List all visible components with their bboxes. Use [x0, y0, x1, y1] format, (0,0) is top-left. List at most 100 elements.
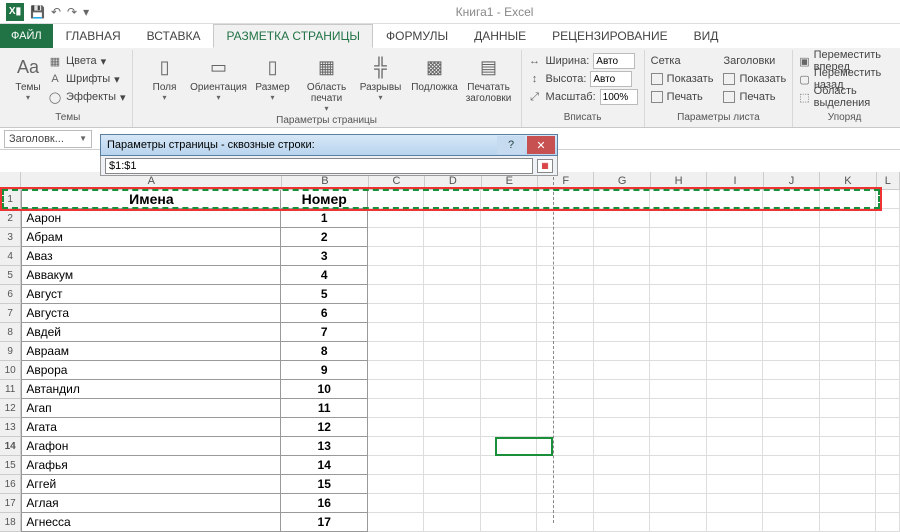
cell-empty[interactable] — [481, 361, 538, 380]
cell-empty[interactable] — [820, 418, 877, 437]
cell-empty[interactable] — [368, 285, 425, 304]
rows-to-repeat-input[interactable] — [105, 158, 533, 174]
cell-empty[interactable] — [820, 437, 877, 456]
cell-empty[interactable] — [876, 380, 900, 399]
cell-empty[interactable] — [368, 304, 425, 323]
cell-empty[interactable] — [368, 361, 425, 380]
cell-empty[interactable] — [424, 285, 481, 304]
cell-empty[interactable] — [368, 228, 425, 247]
cell-empty[interactable] — [481, 475, 538, 494]
cell-empty[interactable] — [707, 494, 764, 513]
cell-empty[interactable] — [368, 342, 425, 361]
row-header[interactable]: 11 — [0, 380, 21, 399]
cell-empty[interactable] — [537, 190, 594, 209]
cell-empty[interactable] — [424, 456, 481, 475]
row-header[interactable]: 7 — [0, 304, 21, 323]
cell-empty[interactable] — [763, 342, 820, 361]
gridlines-show[interactable]: Показать — [651, 70, 714, 88]
cell-empty[interactable] — [424, 361, 481, 380]
height-select[interactable]: ↕Высота: — [528, 70, 638, 88]
cell-empty[interactable] — [368, 190, 425, 209]
cell-empty[interactable] — [876, 342, 900, 361]
cell-empty[interactable] — [876, 228, 900, 247]
cell-empty[interactable] — [537, 437, 594, 456]
cell-empty[interactable] — [424, 266, 481, 285]
print-titles-button[interactable]: ▤Печатать заголовки — [463, 52, 515, 114]
cell-empty[interactable] — [707, 380, 764, 399]
cell-name[interactable]: Аарон — [21, 209, 281, 228]
cell-number[interactable]: 5 — [281, 285, 368, 304]
cell-number[interactable]: 9 — [281, 361, 368, 380]
cell-empty[interactable] — [763, 285, 820, 304]
col-header-K[interactable]: K — [820, 172, 876, 190]
cell-empty[interactable] — [424, 380, 481, 399]
dialog-title-bar[interactable]: Параметры страницы - сквозные строки: ? … — [100, 134, 558, 156]
cell-empty[interactable] — [876, 247, 900, 266]
cell-number[interactable]: 4 — [281, 266, 368, 285]
cell-empty[interactable] — [820, 266, 877, 285]
cell-empty[interactable] — [707, 342, 764, 361]
cell-empty[interactable] — [876, 323, 900, 342]
cell-empty[interactable] — [707, 266, 764, 285]
cell-empty[interactable] — [537, 304, 594, 323]
cell-empty[interactable] — [707, 475, 764, 494]
cell-empty[interactable] — [594, 323, 651, 342]
cell-empty[interactable] — [594, 342, 651, 361]
cell-empty[interactable] — [537, 323, 594, 342]
cell-empty[interactable] — [368, 399, 425, 418]
fonts-button[interactable]: AШрифты ▾ — [48, 70, 126, 88]
cell-name[interactable]: Авраам — [21, 342, 281, 361]
cell-empty[interactable] — [481, 323, 538, 342]
cell-empty[interactable] — [650, 380, 707, 399]
cell-empty[interactable] — [650, 361, 707, 380]
row-header[interactable]: 13 — [0, 418, 21, 437]
scale-select[interactable]: ⤢Масштаб: — [528, 88, 638, 106]
cell-empty[interactable] — [537, 342, 594, 361]
cell-empty[interactable] — [537, 266, 594, 285]
cell-empty[interactable] — [481, 304, 538, 323]
cell-empty[interactable] — [537, 209, 594, 228]
background-button[interactable]: ▩Подложка — [409, 52, 461, 114]
cell-empty[interactable] — [650, 323, 707, 342]
tab-data[interactable]: ДАННЫЕ — [461, 24, 539, 48]
cell-empty[interactable] — [876, 266, 900, 285]
cell-empty[interactable] — [424, 437, 481, 456]
cell-empty[interactable] — [481, 418, 538, 437]
print-area-button[interactable]: ▦Область печати▾ — [301, 52, 353, 114]
orientation-button[interactable]: ▭Ориентация▾ — [193, 52, 245, 114]
cell-empty[interactable] — [368, 494, 425, 513]
cell-empty[interactable] — [820, 285, 877, 304]
cell-number[interactable]: 13 — [281, 437, 368, 456]
height-input[interactable] — [590, 71, 632, 87]
breaks-button[interactable]: ╬Разрывы▾ — [355, 52, 407, 114]
effects-button[interactable]: ◯Эффекты ▾ — [48, 88, 126, 106]
cell-empty[interactable] — [763, 323, 820, 342]
cell-empty[interactable] — [594, 380, 651, 399]
cell-empty[interactable] — [650, 228, 707, 247]
cell-name[interactable]: Агата — [21, 418, 281, 437]
cell-empty[interactable] — [650, 304, 707, 323]
cell-empty[interactable] — [537, 285, 594, 304]
cell-empty[interactable] — [707, 361, 764, 380]
cell-empty[interactable] — [594, 361, 651, 380]
cell-empty[interactable] — [763, 247, 820, 266]
cell-empty[interactable] — [481, 247, 538, 266]
cell-empty[interactable] — [763, 190, 820, 209]
cell-empty[interactable] — [368, 247, 425, 266]
cell-name[interactable]: Августа — [21, 304, 281, 323]
cell-empty[interactable] — [650, 285, 707, 304]
cell-empty[interactable] — [820, 190, 877, 209]
cell-empty[interactable] — [820, 456, 877, 475]
cell-empty[interactable] — [763, 475, 820, 494]
cell-name[interactable]: Агафья — [21, 456, 281, 475]
cell-empty[interactable] — [594, 418, 651, 437]
cell-empty[interactable] — [481, 437, 538, 456]
cell-name[interactable]: Автандил — [21, 380, 281, 399]
col-header-I[interactable]: I — [707, 172, 763, 190]
cell-empty[interactable] — [481, 209, 538, 228]
cell-number[interactable]: 7 — [281, 323, 368, 342]
row-header[interactable]: 16 — [0, 475, 21, 494]
cell-empty[interactable] — [763, 399, 820, 418]
cell-empty[interactable] — [650, 247, 707, 266]
cell-name[interactable]: Аггей — [21, 475, 281, 494]
